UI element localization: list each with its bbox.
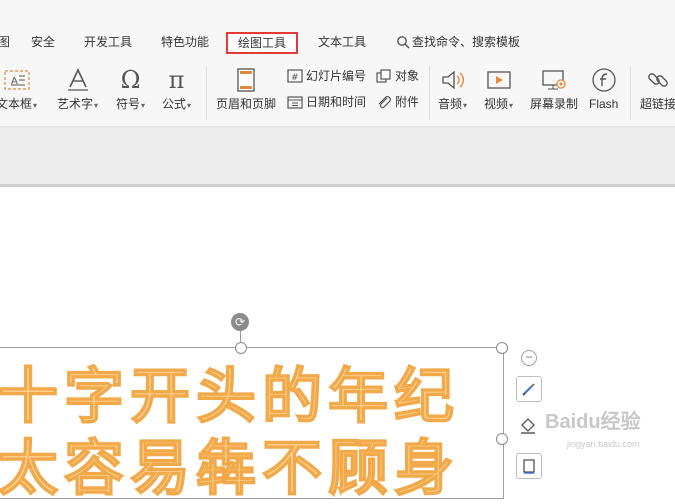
- flash-icon: [591, 66, 617, 94]
- textbox-icon: A: [3, 66, 31, 94]
- date-time-label: 日期和时间: [306, 95, 367, 109]
- slide-text-line-2[interactable]: 太容易犇不顾身: [0, 436, 460, 502]
- ribbon-separator: [630, 66, 631, 120]
- tab-developer-tools[interactable]: 开发工具: [84, 34, 132, 50]
- wordart-label: 艺术字: [57, 97, 94, 111]
- resize-handle-right[interactable]: [496, 433, 508, 445]
- tab-text-tools[interactable]: 文本工具: [318, 34, 366, 50]
- baidu-watermark: Baidu经验 jingyan.baidu.com: [545, 405, 641, 449]
- screen-record-button[interactable]: 屏幕录制: [530, 66, 578, 111]
- symbol-button[interactable]: Ω 符号▾: [116, 66, 145, 113]
- command-search[interactable]: 查找命令、搜索模板: [396, 34, 520, 50]
- speaker-icon: [440, 66, 466, 94]
- hyperlink-label: 超链接: [640, 97, 675, 111]
- symbol-label: 符号: [116, 97, 141, 111]
- textbox-label: 文本框: [0, 97, 33, 111]
- attachment-button[interactable]: 附件: [376, 95, 419, 109]
- slide-number-label: 幻灯片编号: [306, 69, 367, 83]
- flash-label: Flash: [589, 97, 619, 111]
- ribbon-toolbar: A 文本框▾ 艺术字▾ Ω 符号▾ π 公式▾ 页眉和页脚 # 幻灯片编号 日期…: [0, 62, 675, 127]
- wordart-button[interactable]: 艺术字▾: [57, 66, 98, 113]
- video-button[interactable]: 视频▾: [484, 66, 513, 113]
- object-label: 对象: [395, 69, 420, 83]
- omega-icon: Ω: [120, 66, 141, 94]
- outline-icon: [523, 459, 535, 474]
- screen-record-label: 屏幕录制: [530, 97, 579, 111]
- shape-fill-button[interactable]: [516, 414, 540, 438]
- wordart-icon: [65, 66, 91, 94]
- menu-tab-row: 图 安全 开发工具 特色功能 绘图工具 文本工具 查找命令、搜索模板: [0, 24, 675, 62]
- resize-handle-top-right[interactable]: [496, 342, 508, 354]
- watermark-brand: Baidu经验: [545, 411, 641, 433]
- ribbon-separator: [429, 66, 430, 120]
- pi-icon: π: [168, 66, 185, 94]
- format-brush-button[interactable]: [516, 376, 542, 402]
- slide-number-icon: #: [287, 69, 303, 83]
- hyperlink-button[interactable]: 超链接: [640, 66, 675, 111]
- header-footer-icon: [236, 66, 256, 94]
- header-footer-button[interactable]: 页眉和页脚: [216, 66, 276, 111]
- date-time-button[interactable]: 日期和时间: [287, 95, 366, 109]
- tab-partial[interactable]: 图: [0, 34, 10, 50]
- search-icon: [397, 36, 410, 49]
- collapse-icon[interactable]: −: [521, 350, 537, 366]
- object-button[interactable]: 对象: [376, 69, 419, 83]
- video-icon: [486, 66, 512, 94]
- toolbar-band: [0, 127, 675, 184]
- tab-special-features[interactable]: 特色功能: [161, 34, 209, 50]
- screen-record-icon: [541, 66, 567, 94]
- resize-handle-top[interactable]: [235, 342, 247, 354]
- ribbon-separator: [206, 66, 207, 120]
- paperclip-icon: [378, 96, 391, 109]
- title-bar: [0, 0, 675, 25]
- search-label: 查找命令、搜索模板: [412, 35, 521, 49]
- header-footer-label: 页眉和页脚: [216, 97, 277, 111]
- attachment-label: 附件: [395, 95, 420, 109]
- link-icon: [645, 66, 671, 94]
- flash-button[interactable]: Flash: [589, 66, 618, 111]
- video-label: 视频: [484, 97, 509, 111]
- textbox-button[interactable]: A 文本框▾: [0, 66, 37, 113]
- rotate-handle-icon[interactable]: ⟳: [231, 313, 249, 331]
- brush-icon: [522, 383, 535, 396]
- tab-security[interactable]: 安全: [31, 34, 55, 50]
- watermark-url: jingyan.baidu.com: [567, 439, 640, 449]
- object-icon: [376, 69, 391, 83]
- audio-label: 音频: [438, 97, 463, 111]
- slide-number-button[interactable]: # 幻灯片编号: [287, 69, 366, 83]
- formula-button[interactable]: π 公式▾: [162, 66, 191, 113]
- slide-text-line-1[interactable]: 十字开头的年纪: [0, 364, 460, 430]
- bucket-icon: [521, 418, 535, 434]
- audio-button[interactable]: 音频▾: [438, 66, 467, 113]
- outline-button[interactable]: [516, 453, 542, 479]
- svg-text:#: #: [291, 73, 299, 83]
- tab-drawing-tools[interactable]: 绘图工具: [226, 32, 299, 54]
- calendar-icon: [287, 96, 303, 109]
- formula-label: 公式: [162, 97, 187, 111]
